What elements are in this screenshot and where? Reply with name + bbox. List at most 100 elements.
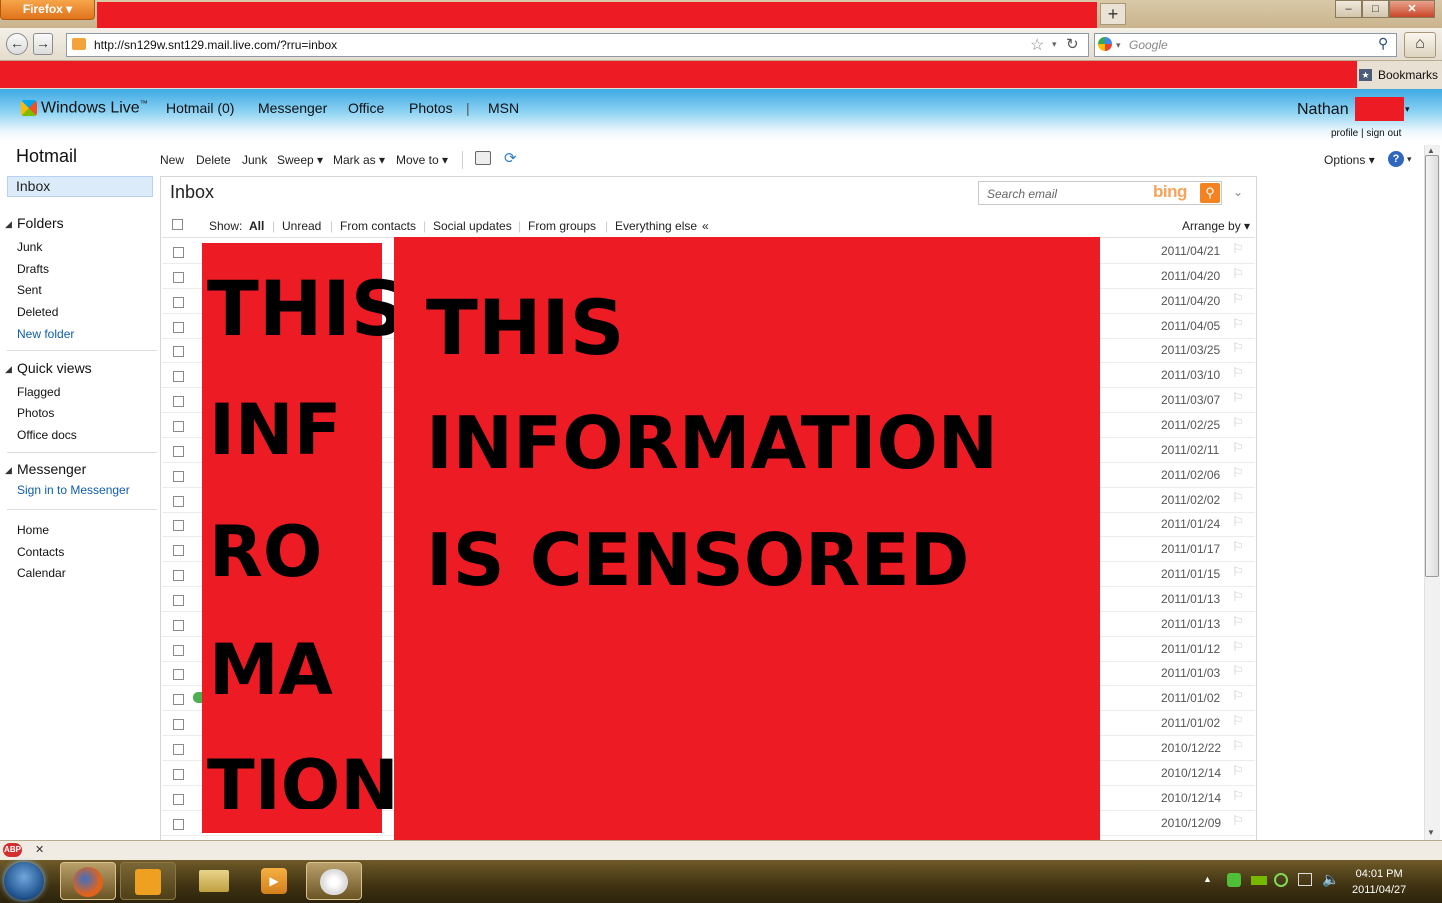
row-checkbox[interactable] <box>173 570 184 581</box>
sign-in-messenger-link[interactable]: Sign in to Messenger <box>17 483 130 497</box>
user-menu-chevron-icon[interactable]: ▾ <box>1405 104 1410 115</box>
collapse-filters-icon[interactable]: « <box>702 219 709 233</box>
row-checkbox[interactable] <box>173 620 184 631</box>
move-to-button[interactable]: Move to ▾ <box>396 153 448 167</box>
new-folder-link[interactable]: New folder <box>17 327 74 341</box>
google-engine-icon[interactable] <box>1098 37 1112 51</box>
maximize-button[interactable]: □ <box>1362 0 1389 18</box>
new-button[interactable]: New <box>160 153 184 167</box>
flag-icon[interactable]: ⚐ <box>1232 813 1244 829</box>
filter-from-contacts[interactable]: From contacts <box>340 219 416 233</box>
tray-status-icon[interactable] <box>1274 873 1288 887</box>
flag-icon[interactable]: ⚐ <box>1232 713 1244 729</box>
scrollbar-thumb[interactable] <box>1425 155 1439 577</box>
junk-button[interactable]: Junk <box>242 153 267 167</box>
flag-icon[interactable]: ⚐ <box>1232 490 1244 506</box>
options-menu[interactable]: Options ▾ <box>1324 153 1375 167</box>
home-button[interactable]: ⌂ <box>1404 32 1436 58</box>
sidebar-item-sent[interactable]: Sent <box>17 283 42 297</box>
row-checkbox[interactable] <box>173 769 184 780</box>
taskbar-clock[interactable]: 04:01 PM 2011/04/27 <box>1352 866 1406 898</box>
flag-icon[interactable]: ⚐ <box>1232 415 1244 431</box>
taskbar-firefox[interactable] <box>60 862 116 900</box>
delete-button[interactable]: Delete <box>196 153 231 167</box>
folders-collapse-icon[interactable]: ◢ <box>5 219 12 230</box>
row-checkbox[interactable] <box>173 520 184 531</box>
row-checkbox[interactable] <box>173 471 184 482</box>
filter-social-updates[interactable]: Social updates <box>433 219 512 233</box>
adblock-icon[interactable]: ABP <box>3 843 22 857</box>
flag-icon[interactable]: ⚐ <box>1232 564 1244 580</box>
filter-everything-else[interactable]: Everything else <box>615 219 697 233</box>
windows-live-logo[interactable]: Windows Live™ <box>41 99 148 117</box>
filter-unread[interactable]: Unread <box>282 219 321 233</box>
start-button[interactable] <box>4 862 44 900</box>
reload-icon[interactable]: ↻ <box>1066 35 1079 53</box>
hotmail-title[interactable]: Hotmail <box>16 146 77 167</box>
tray-app-icon[interactable] <box>1227 873 1241 887</box>
sidebar-item-drafts[interactable]: Drafts <box>17 262 49 276</box>
network-icon[interactable] <box>1298 873 1312 886</box>
history-dropdown-icon[interactable]: ▾ <box>1052 39 1057 50</box>
row-checkbox[interactable] <box>173 669 184 680</box>
flag-icon[interactable]: ⚐ <box>1232 539 1244 555</box>
row-checkbox[interactable] <box>173 819 184 830</box>
sidebar-item-office-docs[interactable]: Office docs <box>17 428 77 442</box>
bookmark-star-icon[interactable]: ☆ <box>1030 35 1044 55</box>
row-checkbox[interactable] <box>173 794 184 805</box>
flag-icon[interactable]: ⚐ <box>1232 241 1244 257</box>
sidebar-item-home[interactable]: Home <box>17 523 49 537</box>
row-checkbox[interactable] <box>173 371 184 382</box>
flag-icon[interactable]: ⚐ <box>1232 340 1244 356</box>
search-magnifier-icon[interactable]: ⚲ <box>1378 35 1388 52</box>
quickviews-collapse-icon[interactable]: ◢ <box>5 364 12 375</box>
refresh-icon[interactable]: ⟳ <box>504 149 517 167</box>
row-checkbox[interactable] <box>173 346 184 357</box>
scroll-up-icon[interactable]: ▲ <box>1427 146 1435 155</box>
new-tab-button[interactable]: + <box>1100 3 1126 25</box>
row-checkbox[interactable] <box>173 744 184 755</box>
folders-header[interactable]: Folders <box>17 215 64 231</box>
taskbar-outlook[interactable] <box>120 862 176 900</box>
flag-icon[interactable]: ⚐ <box>1232 763 1244 779</box>
row-checkbox[interactable] <box>173 496 184 507</box>
mark-as-button[interactable]: Mark as ▾ <box>333 153 385 167</box>
taskbar-media-player[interactable]: ▶ <box>246 862 302 900</box>
help-chevron-icon[interactable]: ▾ <box>1407 154 1412 165</box>
row-checkbox[interactable] <box>173 297 184 308</box>
flag-icon[interactable]: ⚐ <box>1232 291 1244 307</box>
close-addon-bar-icon[interactable]: ✕ <box>35 843 44 856</box>
messenger-collapse-icon[interactable]: ◢ <box>5 465 12 476</box>
row-checkbox[interactable] <box>173 719 184 730</box>
print-icon[interactable] <box>475 151 491 165</box>
row-checkbox[interactable] <box>173 595 184 606</box>
filter-from-groups[interactable]: From groups <box>528 219 596 233</box>
row-checkbox[interactable] <box>173 322 184 333</box>
help-icon[interactable]: ? <box>1388 151 1404 167</box>
flag-icon[interactable]: ⚐ <box>1232 639 1244 655</box>
sidebar-item-flagged[interactable]: Flagged <box>17 385 60 399</box>
flag-icon[interactable]: ⚐ <box>1232 440 1244 456</box>
flag-icon[interactable]: ⚐ <box>1232 365 1244 381</box>
firefox-menu-button[interactable]: Firefox ▾ <box>0 0 95 20</box>
nav-msn[interactable]: MSN <box>488 100 519 116</box>
sidebar-item-photos[interactable]: Photos <box>17 406 54 420</box>
nav-messenger[interactable]: Messenger <box>258 100 327 116</box>
close-window-button[interactable]: ✕ <box>1389 0 1435 18</box>
sidebar-item-contacts[interactable]: Contacts <box>17 545 64 559</box>
forward-button[interactable]: → <box>33 33 53 55</box>
nav-office[interactable]: Office <box>348 100 384 116</box>
arrange-by-menu[interactable]: Arrange by ▾ <box>1182 219 1250 233</box>
expand-search-chevron-icon[interactable]: ⌄ <box>1233 185 1243 199</box>
row-checkbox[interactable] <box>173 247 184 258</box>
back-button[interactable]: ← <box>6 33 28 55</box>
filter-all[interactable]: All <box>249 219 264 233</box>
flag-icon[interactable]: ⚐ <box>1232 266 1244 282</box>
row-checkbox[interactable] <box>173 272 184 283</box>
taskbar-paint[interactable] <box>306 862 362 900</box>
row-checkbox[interactable] <box>173 545 184 556</box>
sweep-button[interactable]: Sweep ▾ <box>277 153 323 167</box>
flag-icon[interactable]: ⚐ <box>1232 614 1244 630</box>
engine-dropdown-icon[interactable]: ▾ <box>1116 40 1121 51</box>
volume-icon[interactable]: 🔈 <box>1322 871 1339 888</box>
